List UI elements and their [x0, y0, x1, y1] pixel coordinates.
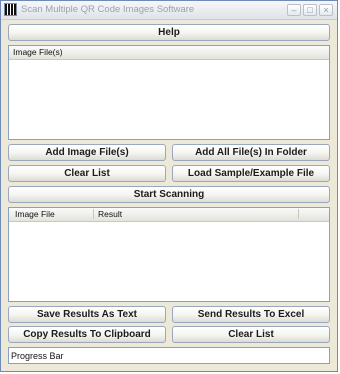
add-all-files-in-folder-button[interactable]: Add All File(s) In Folder	[172, 144, 330, 161]
results-table-header: Image File Result	[9, 208, 329, 222]
start-scanning-button[interactable]: Start Scanning	[8, 186, 330, 203]
minimize-icon[interactable]: –	[287, 4, 301, 16]
copy-results-to-clipboard-button[interactable]: Copy Results To Clipboard	[8, 326, 166, 343]
results-table[interactable]: Image File Result	[8, 207, 330, 302]
column-divider[interactable]	[298, 209, 299, 219]
maximize-icon[interactable]: □	[303, 4, 317, 16]
app-window: Scan Multiple QR Code Images Software – …	[0, 0, 338, 372]
window-title: Scan Multiple QR Code Images Software	[21, 4, 195, 15]
title-bar: Scan Multiple QR Code Images Software – …	[1, 1, 337, 20]
send-results-to-excel-button[interactable]: Send Results To Excel	[172, 306, 330, 323]
main-content: Help Image File(s) Add Image File(s) Add…	[1, 20, 337, 371]
qr-code-app-icon	[4, 3, 17, 16]
help-button[interactable]: Help	[8, 24, 330, 41]
clear-list-top-button[interactable]: Clear List	[8, 165, 166, 182]
image-files-list-header: Image File(s)	[9, 46, 329, 60]
progress-bar: Progress Bar	[8, 347, 330, 364]
clear-list-bottom-button[interactable]: Clear List	[172, 326, 330, 343]
add-image-files-button[interactable]: Add Image File(s)	[8, 144, 166, 161]
column-divider[interactable]	[93, 209, 94, 219]
save-results-as-text-button[interactable]: Save Results As Text	[8, 306, 166, 323]
image-files-list[interactable]: Image File(s)	[8, 45, 330, 140]
image-files-column-header: Image File(s)	[13, 47, 63, 57]
image-file-column-header[interactable]: Image File	[15, 209, 55, 219]
close-icon[interactable]: ×	[319, 4, 333, 16]
result-column-header[interactable]: Result	[98, 209, 122, 219]
load-sample-file-button[interactable]: Load Sample/Example File	[172, 165, 330, 182]
window-controls: – □ ×	[287, 4, 333, 16]
